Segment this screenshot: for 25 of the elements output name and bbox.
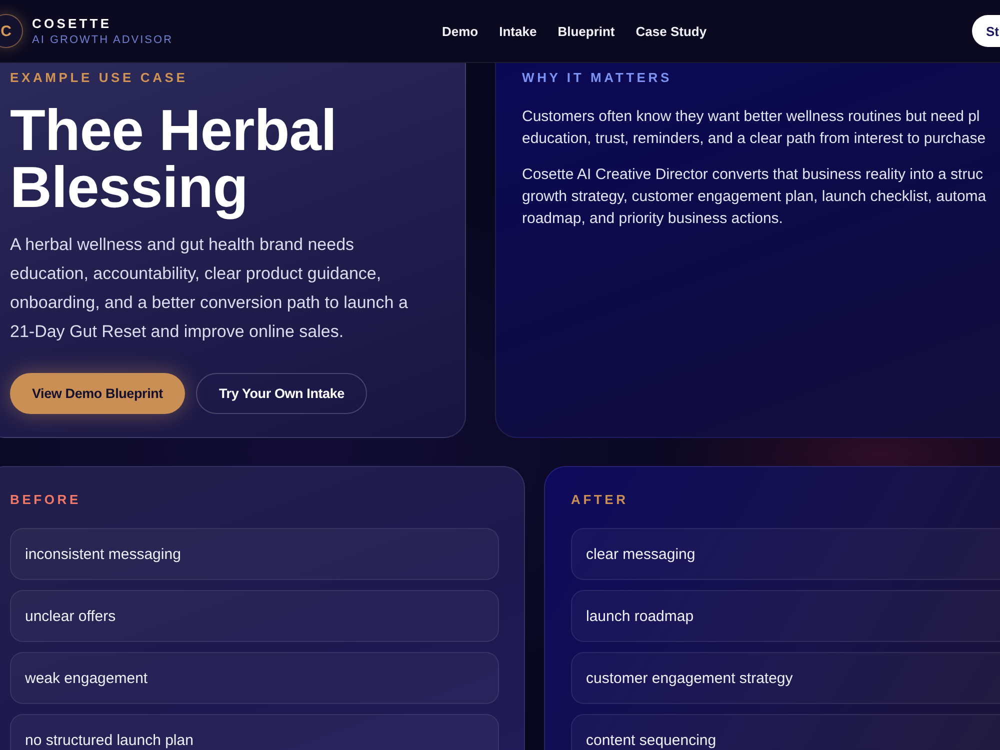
list-item: inconsistent messaging bbox=[10, 528, 499, 580]
body-paragraph: Cosette AI Creative Director converts that business reality into a struc growth strategy, customer engagement plan, launch checklist, automa roadmap, and priority business actions. bbox=[522, 165, 988, 229]
list-item: clear messaging bbox=[571, 528, 1000, 580]
section-label: WHY IT MATTERS bbox=[522, 71, 673, 85]
nav-link[interactable]: Blueprint bbox=[558, 24, 615, 38]
logo-mark: C bbox=[0, 14, 23, 48]
brand-tagline: AI GROWTH ADVISOR bbox=[32, 34, 174, 46]
section-label: EXAMPLE USE CASE bbox=[10, 71, 189, 85]
primary-button[interactable]: View Demo Blueprint bbox=[10, 373, 185, 414]
nav-link[interactable]: Demo bbox=[442, 24, 478, 38]
brand-name: COSETTE bbox=[32, 16, 113, 30]
list-item: customer engagement strategy bbox=[571, 652, 1000, 704]
column-heading: AFTER bbox=[571, 493, 630, 507]
header-button[interactable]: St bbox=[972, 15, 1000, 47]
nav-link[interactable]: Case Study bbox=[636, 24, 707, 38]
list-item: launch roadmap bbox=[571, 590, 1000, 642]
list-item: no structured launch plan bbox=[10, 714, 499, 750]
column-heading: BEFORE bbox=[10, 493, 82, 507]
outline-button[interactable]: Try Your Own Intake bbox=[196, 373, 368, 414]
list-item: weak engagement bbox=[10, 652, 499, 704]
list-item: content sequencing bbox=[571, 714, 1000, 750]
body-paragraph: Customers often know they want better wellness routines but need pl education, trust, reminders, and a clear path from interest to purchase bbox=[522, 107, 987, 149]
hero-description: A herbal wellness and gut health brand needs education, accountability, clear product guidance, onboarding, and a better conversion path to launch a 21-Day Gut Reset and improve online sales. bbox=[10, 234, 409, 343]
list-item: unclear offers bbox=[10, 590, 499, 642]
nav-link[interactable]: Intake bbox=[499, 24, 537, 38]
